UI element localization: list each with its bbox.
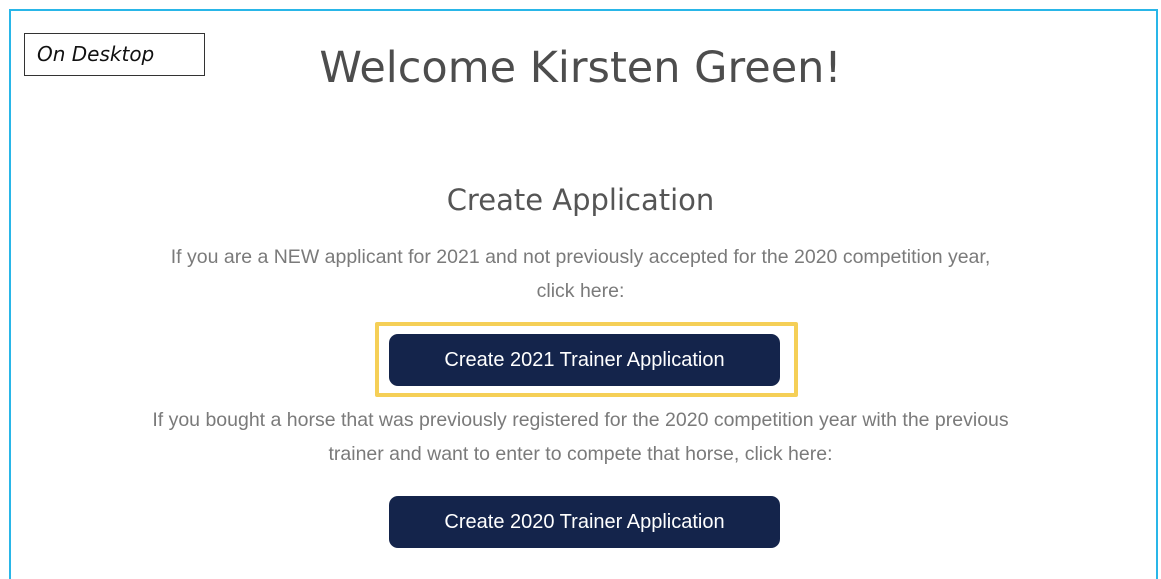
bought-horse-description-line: If you bought a horse that was previousl… bbox=[152, 409, 1009, 431]
bought-horse-description-line: trainer and want to enter to compete tha… bbox=[328, 443, 833, 465]
new-applicant-description-line: click here: bbox=[536, 280, 625, 302]
new-applicant-description-line: If you are a NEW applicant for 2021 and … bbox=[170, 246, 991, 268]
new-applicant-description: If you are a NEW applicant for 2021 and … bbox=[0, 240, 1161, 308]
welcome-heading: Welcome Kirsten Green! bbox=[319, 43, 842, 93]
create-application-title: Create Application bbox=[446, 183, 715, 217]
bought-horse-description: If you bought a horse that was previousl… bbox=[0, 403, 1161, 471]
create-2021-trainer-application-button[interactable]: Create 2021 Trainer Application bbox=[389, 334, 780, 386]
create-2020-trainer-application-button[interactable]: Create 2020 Trainer Application bbox=[389, 496, 780, 548]
